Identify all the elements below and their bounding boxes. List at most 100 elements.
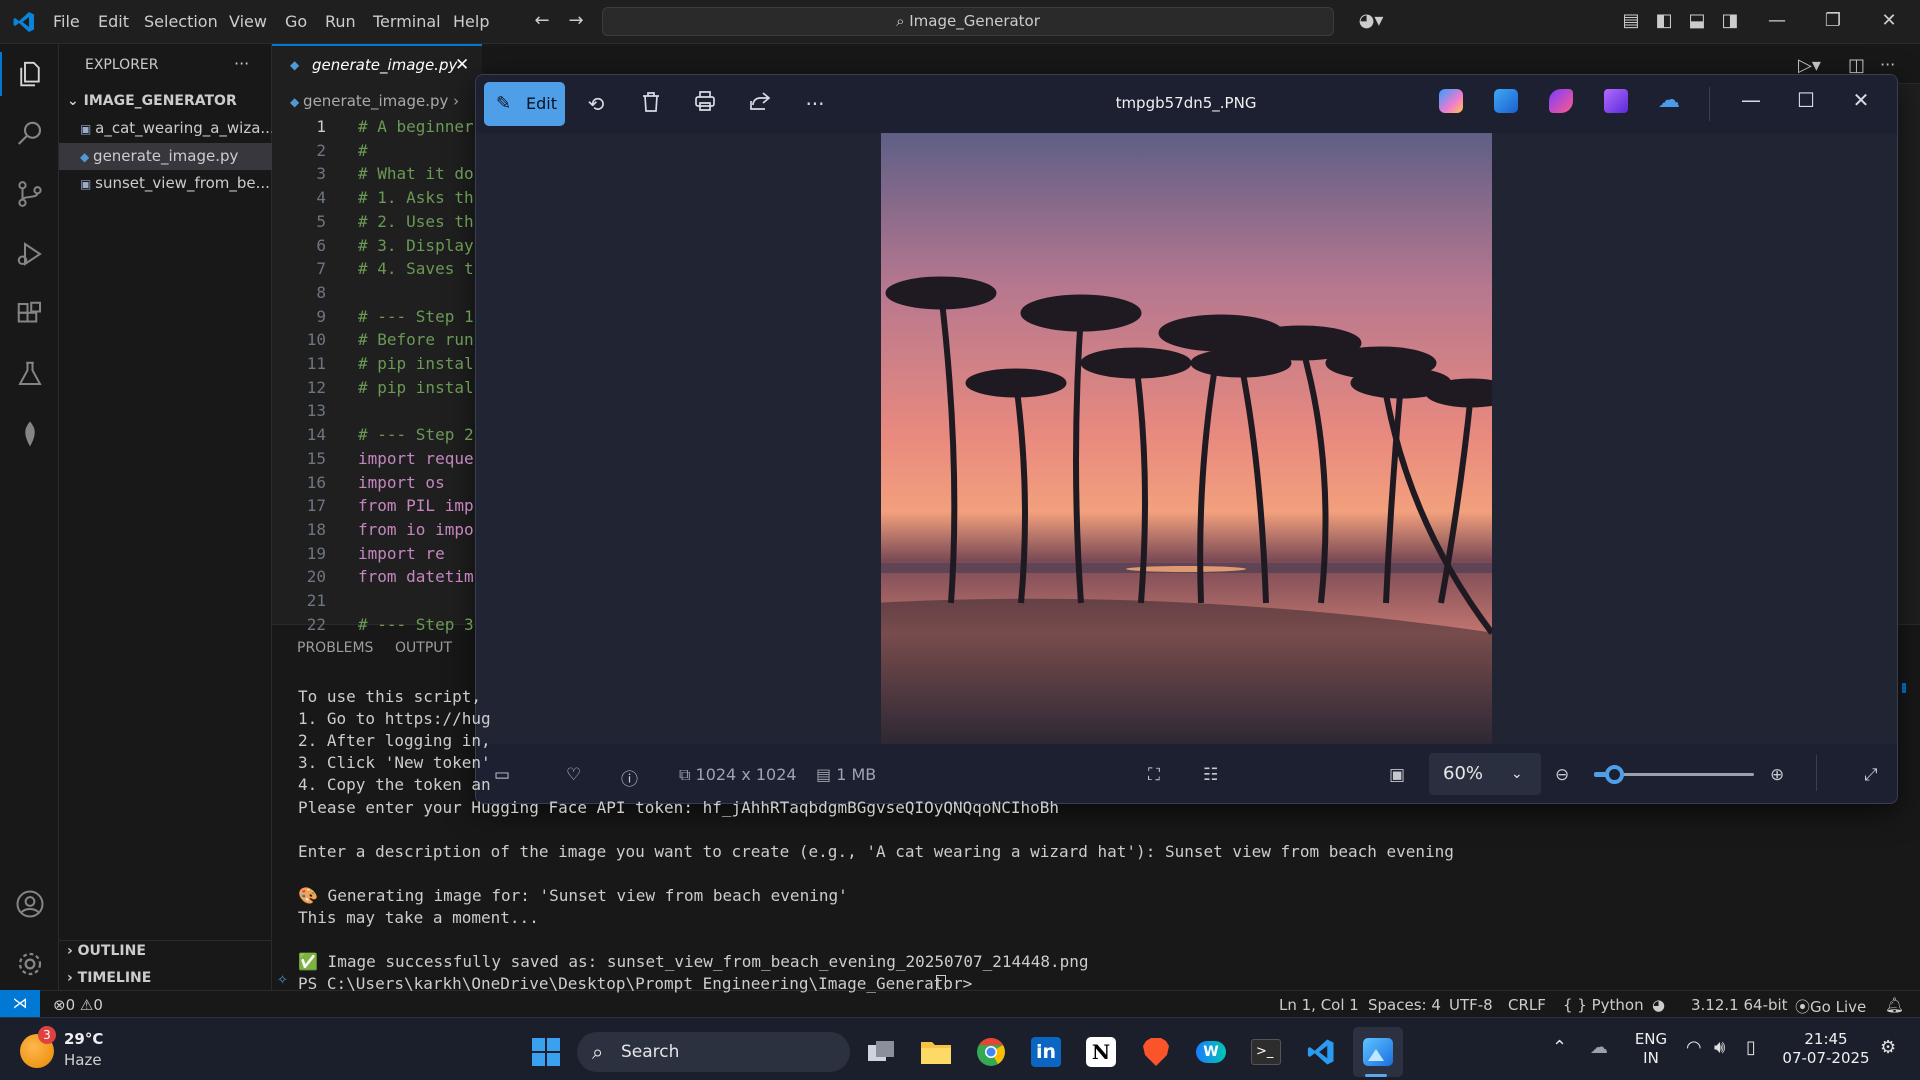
chrome-icon[interactable] (971, 1032, 1011, 1072)
actual-size-icon[interactable]: ▣ (1389, 765, 1405, 785)
file-item-generate-image[interactable]: ◆ generate_image.py (59, 143, 272, 170)
copilot-app-icon[interactable] (1439, 89, 1463, 113)
menu-selection[interactable]: Selection (144, 12, 218, 31)
command-center[interactable]: ⌕ Image_Generator (602, 7, 1334, 36)
menu-go[interactable]: Go (285, 12, 307, 31)
webex-icon[interactable]: W (1191, 1032, 1231, 1072)
share-icon[interactable] (747, 91, 773, 117)
zoom-in-icon[interactable]: ⊕ (1770, 765, 1784, 785)
language-indicator[interactable]: ENG IN (1628, 1030, 1674, 1068)
paint-app-icon[interactable] (1494, 89, 1518, 113)
task-view-icon[interactable] (861, 1032, 901, 1072)
zoom-out-icon[interactable]: ⊖ (1555, 765, 1569, 785)
favorite-heart-icon[interactable]: ♡ (566, 765, 581, 785)
outline-section[interactable]: › OUTLINE (59, 938, 272, 965)
forward-arrow-icon[interactable]: → (565, 10, 587, 32)
menu-edit[interactable]: Edit (98, 12, 129, 31)
notification-center-icon[interactable]: ⚙ (1880, 1037, 1896, 1058)
photos-app-icon[interactable] (1358, 1032, 1398, 1072)
split-editor-icon[interactable]: ◫ (1848, 55, 1865, 76)
problems-status[interactable]: ⊗0 ⚠0 (53, 996, 103, 1014)
file-item-cat-png[interactable]: ▣ a_cat_wearing_a_wiza... (59, 115, 272, 142)
testing-icon[interactable] (0, 346, 59, 402)
source-control-icon[interactable] (0, 166, 59, 222)
restore-icon[interactable]: ❐ (1822, 10, 1844, 32)
go-live[interactable]: ⦿Go Live (1795, 996, 1866, 1017)
accounts-icon[interactable] (0, 876, 59, 932)
copilot-status-icon[interactable]: ◕ (1652, 996, 1665, 1014)
mongodb-leaf-icon[interactable] (0, 406, 59, 462)
line-endings[interactable]: CRLF (1508, 996, 1546, 1014)
layout-customize-icon[interactable]: ▤ (1620, 10, 1642, 32)
sunset-palm-image[interactable] (881, 133, 1492, 744)
filmstrip-icon[interactable]: ▭ (494, 765, 510, 785)
edit-button[interactable]: ✎ Edit (484, 82, 565, 126)
file-item-sunset-png[interactable]: ▣ sunset_view_from_be... (59, 170, 272, 197)
menu-run[interactable]: Run (325, 12, 356, 31)
explorer-icon[interactable] (0, 46, 59, 102)
info-icon[interactable]: ⓘ (621, 765, 638, 790)
show-hidden-icons-icon[interactable]: ⌃ (1552, 1037, 1567, 1058)
panel-tab-output[interactable]: OUTPUT (395, 640, 452, 656)
tab-generate-image[interactable]: ◆ generate_image.py ✕ (272, 44, 482, 85)
clock[interactable]: 21:45 07-07-2025 (1782, 1030, 1870, 1068)
window-minimize-icon[interactable]: — (1738, 87, 1764, 113)
extensions-icon[interactable] (0, 286, 59, 342)
window-close-icon[interactable]: ✕ (1848, 87, 1874, 113)
minimize-icon[interactable]: — (1766, 10, 1788, 32)
python-interpreter[interactable]: 3.12.1 64-bit (1691, 996, 1788, 1014)
onedrive-tray-icon[interactable]: ☁ (1590, 1037, 1608, 1058)
remote-indicator-icon[interactable]: ⋊ (0, 990, 40, 1017)
language-mode[interactable]: { } Python (1563, 996, 1644, 1014)
taskbar-search[interactable]: ⌕ Search (577, 1032, 850, 1072)
toggle-panel-icon[interactable]: ⬓ (1686, 10, 1708, 32)
notion-icon[interactable]: N (1081, 1032, 1121, 1072)
menu-view[interactable]: View (229, 12, 267, 31)
clipchamp-app-icon[interactable] (1604, 89, 1628, 113)
rotate-icon[interactable]: ⟲ (583, 91, 609, 117)
folder-image-generator[interactable]: ⌄ IMAGE_GENERATOR (59, 88, 272, 115)
linkedin-icon[interactable]: in (1026, 1032, 1066, 1072)
more-options-icon[interactable]: ··· (802, 91, 828, 117)
battery-icon[interactable]: ▯ (1746, 1037, 1756, 1058)
volume-icon[interactable]: 🔊︎ (1714, 1037, 1725, 1058)
more-actions-icon[interactable]: ··· (234, 54, 249, 73)
toggle-secondary-sidebar-icon[interactable]: ◨ (1719, 10, 1741, 32)
onedrive-off-icon[interactable]: ☁ (1658, 90, 1686, 112)
indentation[interactable]: Spaces: 4 (1368, 996, 1441, 1014)
scan-text-icon[interactable]: ☷ (1203, 765, 1218, 785)
run-file-icon[interactable]: ▷▾ (1798, 55, 1821, 76)
file-explorer-icon[interactable] (916, 1032, 956, 1072)
menu-file[interactable]: File (53, 12, 80, 31)
encoding[interactable]: UTF-8 (1449, 996, 1493, 1014)
wifi-icon[interactable]: ◠ (1686, 1037, 1702, 1058)
cursor-position[interactable]: Ln 1, Col 1 (1279, 996, 1359, 1014)
breadcrumb[interactable]: ◆ generate_image.py › (290, 92, 459, 110)
timeline-section[interactable]: › TIMELINE (59, 965, 272, 992)
full-screen-icon[interactable]: ⤢ (1864, 765, 1878, 785)
terminal-app-icon[interactable]: >_ (1246, 1032, 1286, 1072)
menu-help[interactable]: Help (453, 12, 489, 31)
zoom-slider-handle[interactable] (1605, 765, 1624, 784)
toggle-sidebar-icon[interactable]: ◧ (1653, 10, 1675, 32)
editor-more-icon[interactable]: ··· (1880, 55, 1895, 74)
tab-close-icon[interactable]: ✕ (455, 46, 469, 85)
search-icon[interactable] (0, 106, 59, 162)
vscode-taskbar-icon[interactable] (1301, 1032, 1341, 1072)
print-icon[interactable] (692, 91, 718, 117)
zoom-dropdown[interactable]: 60% ⌄ (1429, 753, 1541, 795)
panel-tab-problems[interactable]: PROBLEMS (297, 640, 373, 656)
menu-terminal[interactable]: Terminal (373, 12, 441, 31)
back-arrow-icon[interactable]: ← (531, 10, 553, 32)
settings-gear-icon[interactable] (0, 936, 59, 992)
weather-desc[interactable]: Haze (64, 1051, 102, 1069)
visual-search-icon[interactable]: ⛶ (1148, 765, 1160, 785)
designer-app-icon[interactable] (1549, 89, 1573, 113)
close-icon[interactable]: ✕ (1878, 10, 1900, 32)
brave-browser-icon[interactable] (1136, 1032, 1176, 1072)
run-debug-icon[interactable] (0, 226, 59, 282)
copilot-icon[interactable]: ◕▾ (1352, 10, 1390, 32)
window-maximize-icon[interactable]: ☐ (1793, 87, 1819, 113)
windows-start-icon[interactable] (526, 1032, 566, 1072)
notifications-bell-icon[interactable]: 🔔︎ (1885, 996, 1904, 1014)
